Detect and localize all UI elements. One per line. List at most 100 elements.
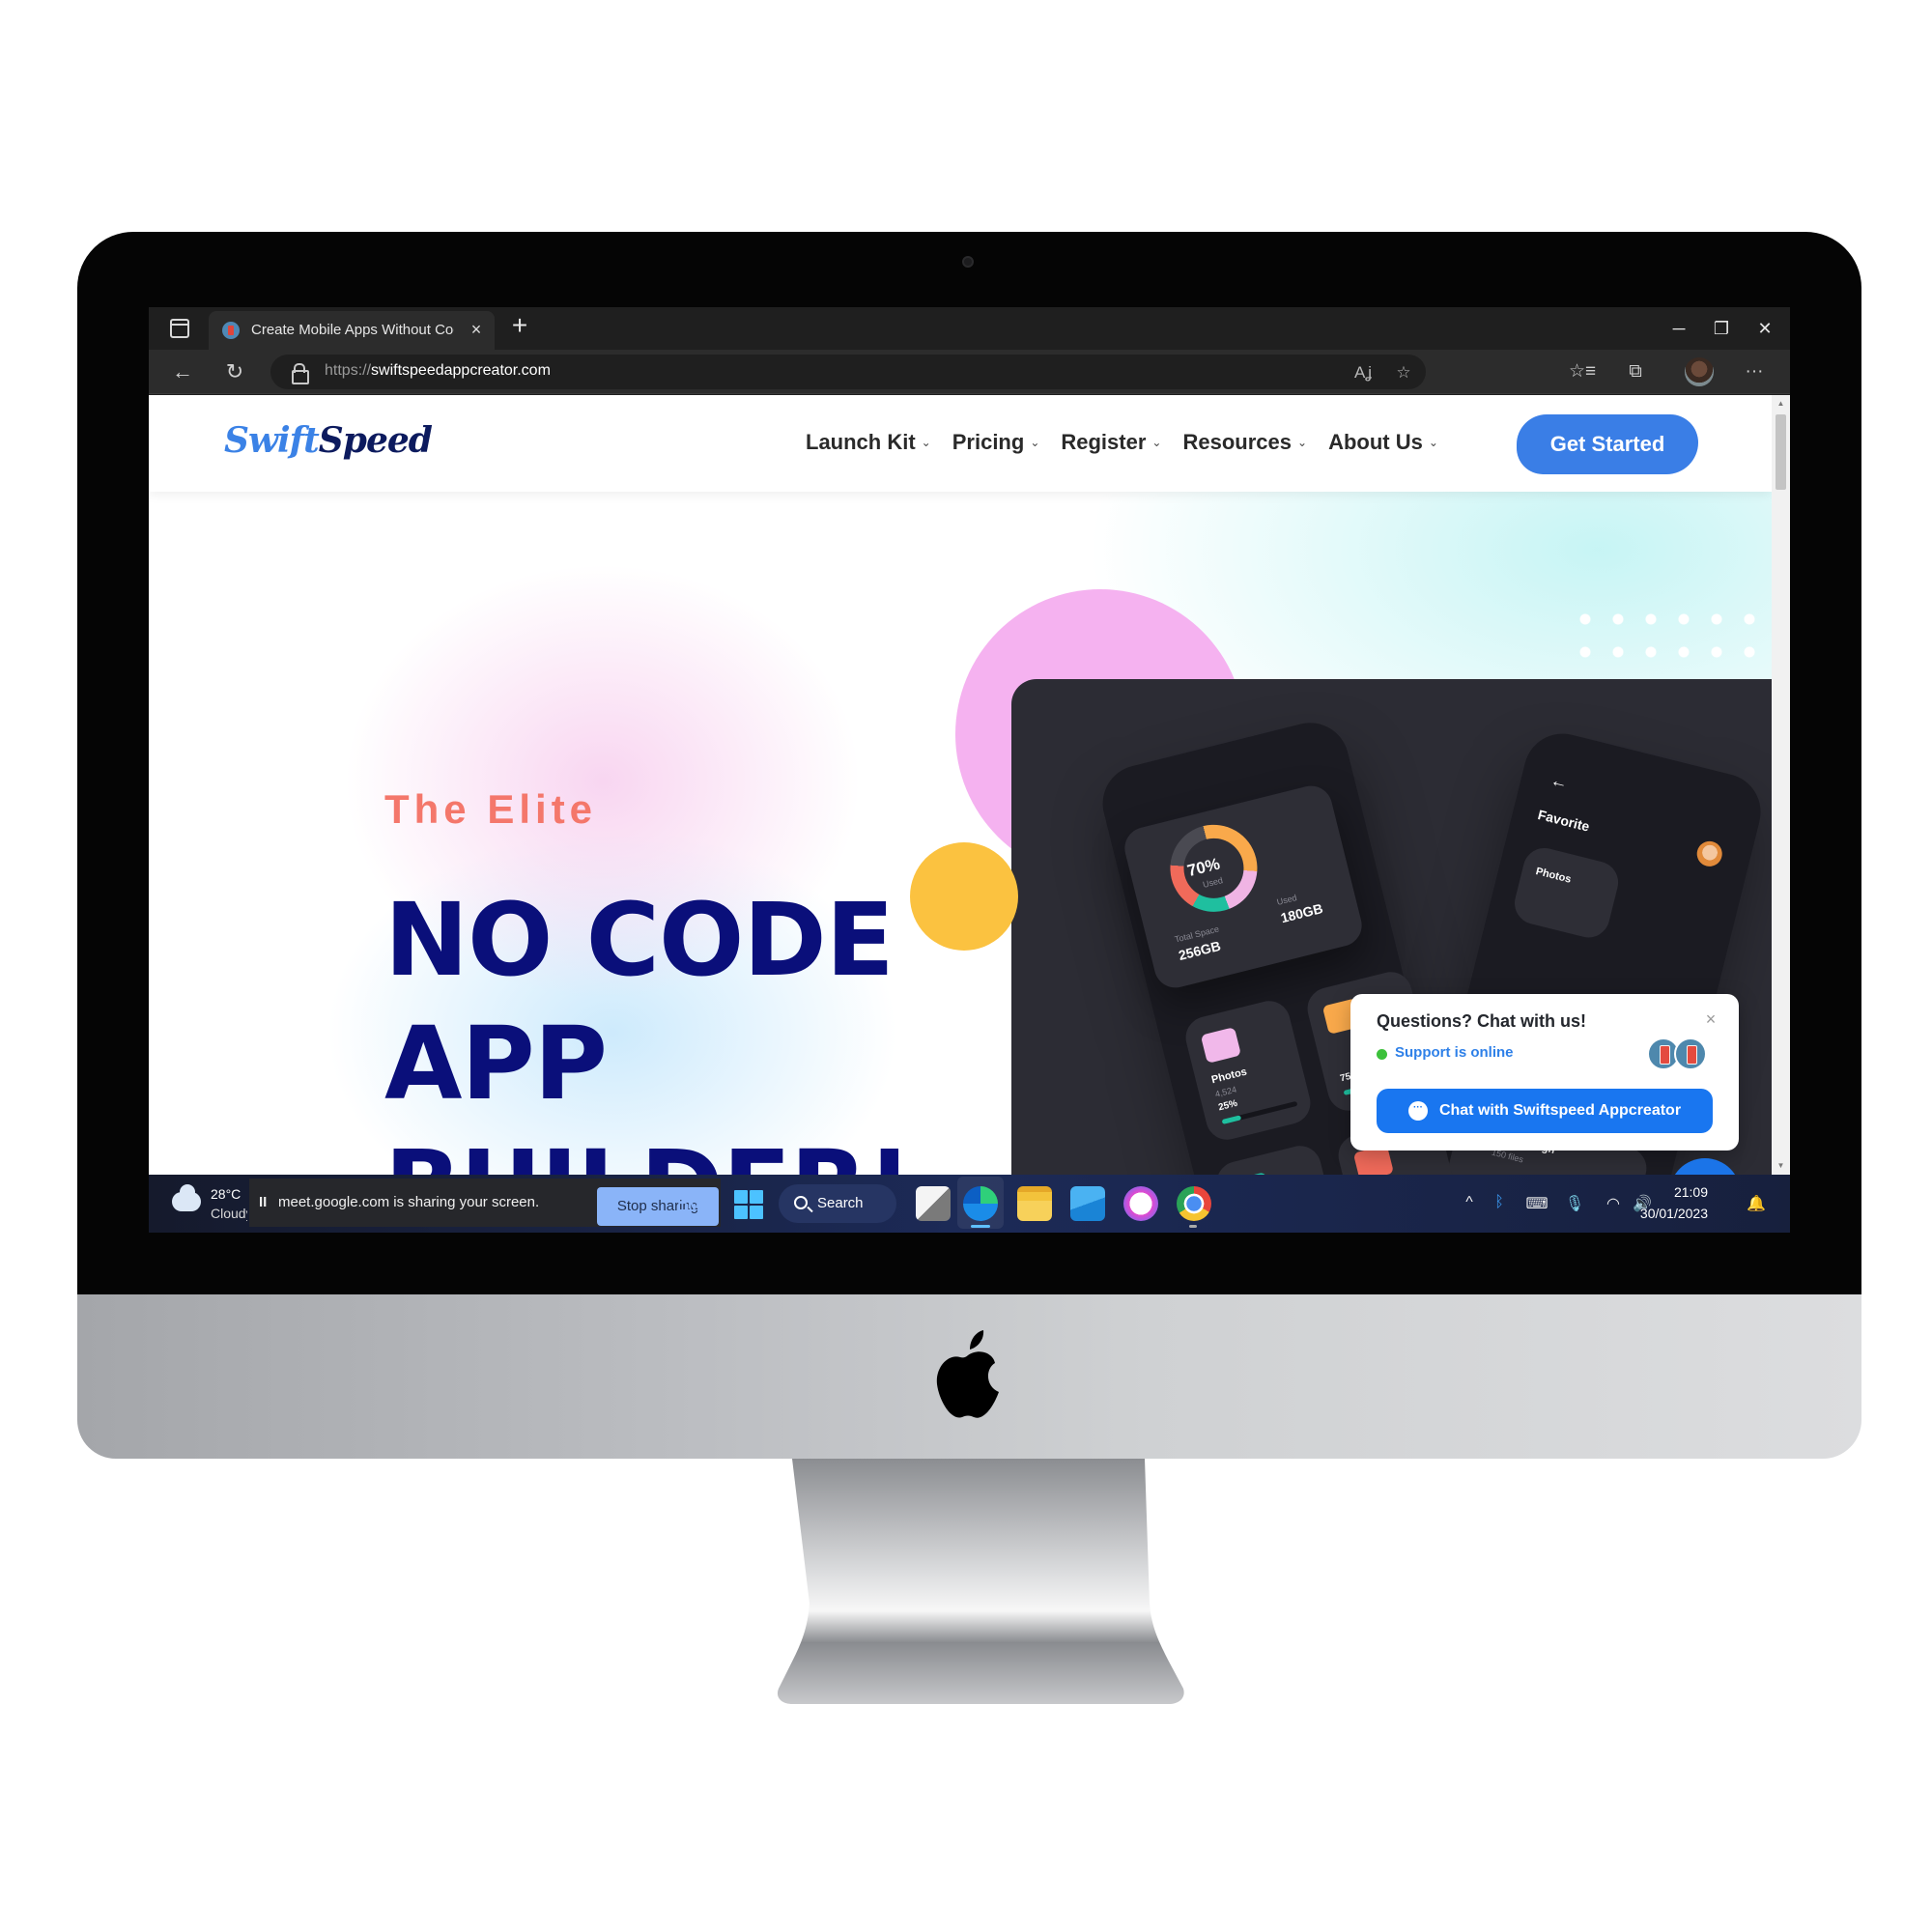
- search-icon: [794, 1196, 808, 1209]
- file-explorer-icon[interactable]: [1017, 1186, 1052, 1221]
- windows-taskbar: 28°C Cloudy II meet.google.com is sharin…: [149, 1175, 1790, 1233]
- share-message: meet.google.com is sharing your screen.: [278, 1194, 540, 1210]
- scroll-down-arrow[interactable]: ▼: [1776, 1161, 1786, 1171]
- chat-popup: Questions? Chat with us! × Support is on…: [1350, 994, 1739, 1151]
- edge-icon[interactable]: [963, 1186, 998, 1221]
- back-button[interactable]: ←: [168, 357, 197, 386]
- bluetooth-icon[interactable]: ᛒ: [1488, 1194, 1511, 1211]
- itunes-icon[interactable]: [1123, 1186, 1158, 1221]
- site-logo[interactable]: SwiftSpeed: [224, 420, 433, 461]
- clock-date[interactable]: 30/01/2023: [1631, 1206, 1708, 1221]
- favorite-item-label: Photos: [1534, 866, 1573, 886]
- weather-condition[interactable]: Cloudy: [211, 1206, 247, 1221]
- folder-percent: 25%: [1217, 1097, 1239, 1114]
- decorative-yellow-circle: [910, 842, 1018, 951]
- decorative-dots: [1569, 603, 1762, 690]
- hero-section: The Elite NO CODE APP BUILDER! ← Favorit…: [149, 492, 1772, 1175]
- profile-avatar[interactable]: [1685, 357, 1714, 386]
- webcam: [962, 256, 974, 268]
- task-view-icon[interactable]: [916, 1186, 951, 1221]
- chevron-down-icon: ⌄: [921, 436, 931, 449]
- headline-line: NO CODE: [384, 881, 895, 999]
- folder-icon: [1200, 1027, 1241, 1064]
- scroll-up-arrow[interactable]: ▲: [1776, 399, 1786, 409]
- hide-link[interactable]: Hide: [677, 1196, 707, 1212]
- close-window-button[interactable]: ✕: [1748, 315, 1781, 342]
- tab-title: Create Mobile Apps Without Coding: [251, 322, 454, 338]
- headline-line: BUILDER!: [384, 1125, 913, 1175]
- more-menu-icon[interactable]: ···: [1740, 357, 1769, 386]
- nav-pricing[interactable]: Pricing ⌄: [952, 430, 1040, 455]
- page-scrollbar[interactable]: ▲ ▼: [1772, 395, 1790, 1175]
- avatar: [1693, 838, 1725, 869]
- address-bar: ← ↻ https://swiftspeedappcreator.com Aʝ …: [149, 350, 1790, 394]
- used-caption: Used: [1275, 893, 1298, 907]
- agent-avatar: [1674, 1037, 1707, 1070]
- scrollbar-thumb[interactable]: [1776, 414, 1786, 490]
- keyboard-icon[interactable]: ⌨: [1525, 1194, 1548, 1213]
- tab-bar: Create Mobile Apps Without Coding × + ─ …: [149, 307, 1790, 350]
- chevron-down-icon: ⌄: [1428, 436, 1438, 449]
- nav-launch-kit[interactable]: Launch Kit ⌄: [806, 430, 931, 455]
- close-icon[interactable]: ×: [1701, 1009, 1720, 1029]
- folder-count: 4,524: [1213, 1084, 1238, 1099]
- minimize-button[interactable]: ─: [1662, 315, 1695, 342]
- read-aloud-icon[interactable]: Aʝ: [1350, 360, 1376, 385]
- get-started-button[interactable]: Get Started: [1517, 414, 1698, 474]
- url-field[interactable]: https://swiftspeedappcreator.com Aʝ ☆: [270, 355, 1426, 389]
- back-arrow-icon: ←: [1548, 770, 1571, 793]
- start-chat-label: Chat with Swiftspeed Appcreator: [1438, 1102, 1682, 1119]
- browser-tab[interactable]: Create Mobile Apps Without Coding ×: [209, 311, 495, 350]
- nav-register[interactable]: Register ⌄: [1061, 430, 1161, 455]
- refresh-button[interactable]: ↻: [220, 357, 249, 386]
- windows-start-icon[interactable]: [734, 1190, 763, 1219]
- url-text[interactable]: https://swiftspeedappcreator.com: [325, 362, 551, 380]
- restore-button[interactable]: ❐: [1705, 315, 1738, 342]
- wifi-icon[interactable]: ◠: [1602, 1194, 1625, 1213]
- taskbar-search[interactable]: Search: [779, 1184, 896, 1223]
- weather-temperature[interactable]: 28°C: [211, 1186, 241, 1202]
- tab-actions-icon[interactable]: [170, 319, 189, 338]
- start-chat-button[interactable]: ··· Chat with Swiftspeed Appcreator: [1377, 1089, 1713, 1133]
- microphone-icon[interactable]: 🎙: [1563, 1194, 1586, 1213]
- new-tab-button[interactable]: +: [506, 312, 533, 340]
- chrome-icon[interactable]: [1177, 1186, 1211, 1221]
- add-favorite-icon[interactable]: ☆: [1391, 360, 1416, 385]
- nav-resources[interactable]: Resources ⌄: [1182, 430, 1307, 455]
- drag-handle-icon[interactable]: II: [259, 1194, 267, 1210]
- hero-tagline: The Elite: [384, 786, 598, 832]
- nav-about-us[interactable]: About Us ⌄: [1328, 430, 1438, 455]
- screen: Create Mobile Apps Without Coding × + ─ …: [149, 307, 1790, 1233]
- chevron-down-icon: ⌄: [1297, 436, 1308, 449]
- clock-time[interactable]: 21:09: [1631, 1184, 1708, 1200]
- search-label: Search: [817, 1195, 864, 1211]
- chevron-down-icon: ⌄: [1151, 436, 1162, 449]
- mail-icon[interactable]: [1070, 1186, 1105, 1221]
- support-status: Support is online: [1395, 1044, 1514, 1061]
- online-status-icon: [1377, 1049, 1387, 1060]
- folder-name: Photos: [1209, 1065, 1249, 1087]
- active-indicator: [971, 1225, 990, 1228]
- favorites-icon[interactable]: ☆≡: [1568, 357, 1597, 386]
- collections-icon[interactable]: ⧉: [1621, 357, 1650, 386]
- hero-headline: NO CODE APP BUILDER!: [384, 878, 913, 1175]
- web-page: SwiftSpeed Launch Kit ⌄ Pricing ⌄ Register…: [149, 395, 1772, 1175]
- headline-line: APP: [384, 1005, 608, 1122]
- favorite-card: Photos: [1510, 843, 1623, 943]
- apple-logo-icon: [936, 1330, 999, 1418]
- notifications-icon[interactable]: 🔔: [1745, 1194, 1768, 1213]
- screen-share-notice: II meet.google.com is sharing your scree…: [249, 1179, 721, 1227]
- favicon-icon: [222, 322, 240, 339]
- chat-title: Questions? Chat with us!: [1377, 1011, 1587, 1031]
- show-hidden-icons-icon[interactable]: ^: [1458, 1194, 1481, 1211]
- chevron-down-icon: ⌄: [1030, 436, 1040, 449]
- site-header: SwiftSpeed Launch Kit ⌄ Pricing ⌄ Register…: [149, 395, 1772, 492]
- favorite-title: Favorite: [1536, 806, 1592, 835]
- lock-icon: [292, 363, 309, 384]
- close-tab-icon[interactable]: ×: [466, 319, 487, 340]
- running-indicator: [1189, 1225, 1197, 1228]
- main-nav: Launch Kit ⌄ Pricing ⌄ Register ⌄ Resources…: [806, 430, 1438, 455]
- cloud-icon[interactable]: [172, 1184, 201, 1211]
- monitor-stand: [777, 1459, 1184, 1704]
- chat-bubble-icon: ···: [1407, 1101, 1428, 1121]
